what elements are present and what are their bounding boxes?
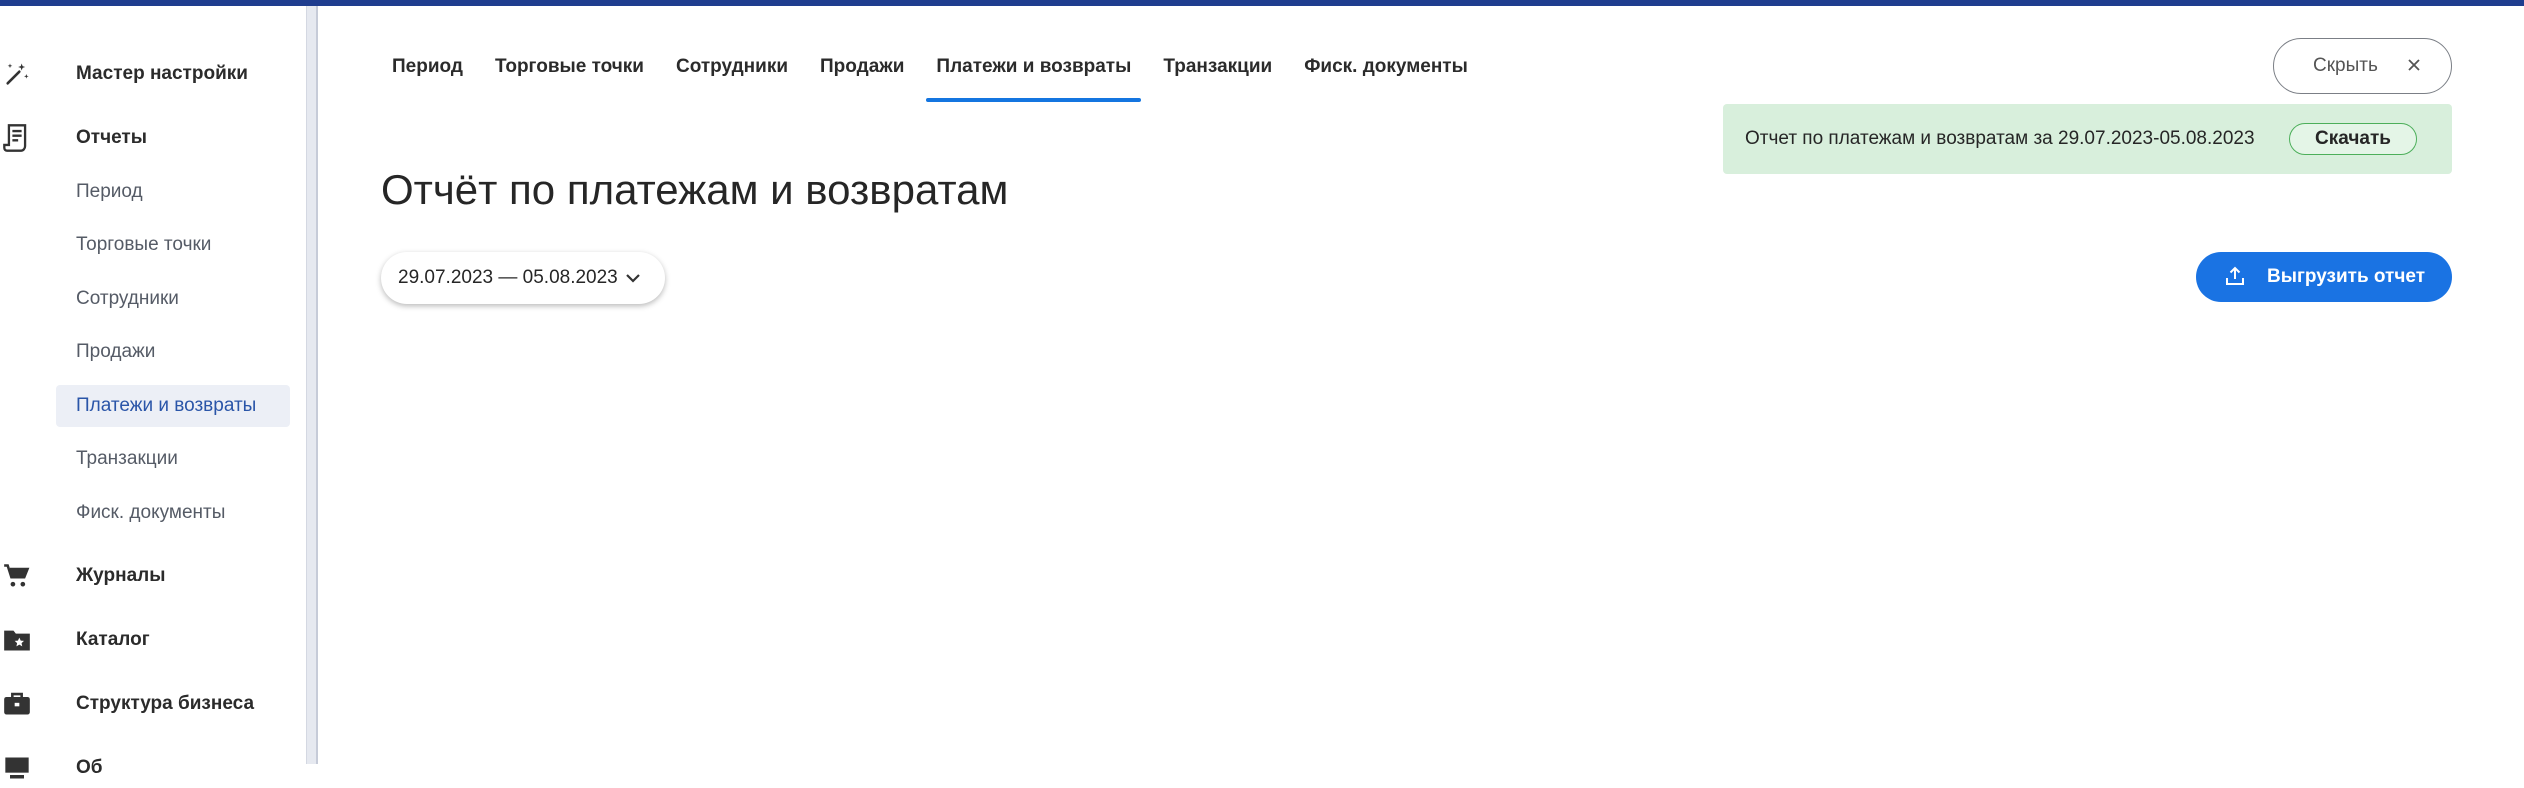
notice-text: Отчет по платежам и возвратам за 29.07.2… [1745,128,2255,149]
sidebar-subitem-label: Торговые точки [76,234,212,255]
sidebar: Мастер настройки Отчеты Период Торговые … [0,6,306,779]
folder-star-icon [0,623,34,657]
sidebar-subitem-label: Платежи и возвраты [76,395,257,416]
sidebar-item-catalog[interactable]: Каталог [0,620,300,660]
sidebar-subitem-fiscal-docs[interactable]: Фиск. документы [56,492,290,534]
sidebar-subitem-transactions[interactable]: Транзакции [56,438,290,480]
shopping-cart-icon [0,559,34,593]
hide-button-label: Скрыть [2313,55,2378,76]
export-report-button[interactable]: Выгрузить отчет [2196,252,2452,302]
page-title: Отчёт по платежам и возвратам [381,166,1009,213]
sidebar-item-label: Об [76,757,103,778]
sidebar-item-more[interactable]: Об [0,748,300,788]
download-button[interactable]: Скачать [2289,123,2417,155]
tab-outlets[interactable]: Торговые точки [485,36,654,104]
top-accent-bar [0,0,2524,6]
close-icon [2405,56,2423,79]
sidebar-subitem-payments-returns[interactable]: Платежи и возвраты [56,385,290,427]
briefcase-icon [0,687,34,721]
sidebar-item-setup-wizard[interactable]: Мастер настройки [0,54,300,94]
sidebar-subitem-sales[interactable]: Продажи [56,331,290,373]
sidebar-subitem-label: Период [76,181,143,202]
sidebar-item-reports[interactable]: Отчеты [0,118,300,158]
sidebar-subitem-employees[interactable]: Сотрудники [56,278,290,320]
sidebar-subitem-period[interactable]: Период [56,171,290,213]
sidebar-item-business-structure[interactable]: Структура бизнеса [0,684,300,724]
sidebar-item-label: Отчеты [76,127,147,148]
date-range-picker[interactable]: 29.07.2023 — 05.08.2023 [381,252,665,304]
report-tabs: Период Торговые точки Сотрудники Продажи… [382,36,1490,104]
sidebar-subitem-label: Сотрудники [76,288,179,309]
tab-employees[interactable]: Сотрудники [666,36,798,104]
magic-wand-icon [0,57,34,91]
chevron-down-icon [623,268,643,294]
export-button-label: Выгрузить отчет [2267,266,2426,287]
sidebar-item-journals[interactable]: Журналы [0,556,300,596]
sidebar-item-label: Мастер настройки [76,63,248,84]
tab-transactions[interactable]: Транзакции [1153,36,1282,104]
sidebar-subitem-label: Фиск. документы [76,502,226,523]
sidebar-subitem-label: Продажи [76,341,156,362]
sidebar-subitem-label: Транзакции [76,448,178,469]
tab-payments-returns[interactable]: Платежи и возвраты [926,36,1142,104]
report-ready-notice: Отчет по платежам и возвратам за 29.07.2… [1723,104,2452,174]
tab-period[interactable]: Период [382,36,473,104]
sidebar-item-label: Каталог [76,629,150,650]
upload-icon [2224,265,2246,292]
date-range-value: 29.07.2023 — 05.08.2023 [398,267,618,288]
sidebar-item-label: Структура бизнеса [76,693,255,714]
sidebar-subitem-outlets[interactable]: Торговые точки [56,224,290,266]
sidebar-item-label: Журналы [76,565,166,586]
sidebar-resize-handle[interactable] [306,6,318,764]
tab-fiscal-docs[interactable]: Фиск. документы [1294,36,1478,104]
hide-button[interactable]: Скрыть [2273,38,2452,94]
receipt-icon [0,121,34,155]
tab-sales[interactable]: Продажи [810,36,914,104]
monitor-icon [0,751,34,785]
